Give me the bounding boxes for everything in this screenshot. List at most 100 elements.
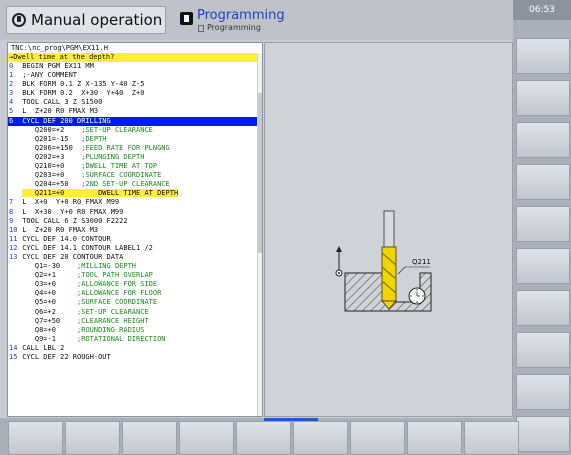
line-code: Q3=+0	[22, 280, 78, 289]
line-code: Q7=+50	[22, 316, 78, 325]
line-number: 3	[9, 89, 14, 98]
program-line[interactable]: Q2=+1 ;TOOL PATH OVERLAP	[8, 271, 262, 280]
softkey-9[interactable]	[464, 421, 519, 455]
line-code: Q2=+1	[22, 271, 78, 280]
program-line[interactable]: 8 L X+30 Y+0 R0 FMAX M99	[8, 208, 262, 217]
softkey-3[interactable]	[122, 421, 177, 455]
line-code: Q200=+2	[22, 125, 82, 134]
vertical-softkey-9[interactable]	[516, 374, 570, 410]
line-code: CYCL DEF 22 ROUGH-OUT	[22, 353, 111, 361]
line-code: Q8=+0	[22, 325, 78, 334]
line-code: Q202=+3	[22, 152, 82, 161]
dialog-question: →Dwell time at the depth?	[8, 53, 262, 62]
program-line[interactable]: Q8=+0 ;ROUNDING RADIUS	[8, 326, 262, 335]
program-line[interactable]: Q3=+0 ;ALLOWANCE FOR SIDE	[8, 280, 262, 289]
program-line[interactable]: 10 L Z+20 R0 FMAX M3	[8, 226, 262, 235]
vertical-softkey-5[interactable]	[516, 206, 570, 242]
scrollbar-thumb[interactable]	[258, 93, 262, 253]
clock-display: 06:53	[513, 0, 571, 20]
vertical-softkey-10[interactable]	[516, 416, 570, 452]
line-code: CYCL DEF 20 CONTOUR DATA	[22, 252, 124, 261]
line-comment: ;DEPTH	[81, 134, 107, 143]
program-lines[interactable]: 0 BEGIN PGM EX11 MM 1 ;-ANY COMMENT 2 BLK …	[8, 62, 262, 362]
program-line[interactable]: 13 CYCL DEF 20 CONTOUR DATA	[8, 253, 262, 262]
line-code: Q206=+150	[22, 143, 82, 152]
q211-label: Q211	[412, 258, 431, 266]
line-comment: ;MILLING DEPTH	[77, 262, 137, 271]
program-line[interactable]: 7 L X+0 Y+0 R0 FMAX M99	[8, 198, 262, 207]
program-line[interactable]: 5 L Z+20 R0 FMAX M3	[8, 107, 262, 116]
vertical-softkey-6[interactable]	[516, 248, 570, 284]
line-code: Q203=+0	[22, 171, 82, 180]
header-bar: Manual operation Programming Programming	[0, 0, 513, 40]
program-line[interactable]: Q4=+0 ;ALLOWANCE FOR FLOOR	[8, 289, 262, 298]
program-line[interactable]: 1 ;-ANY COMMENT	[8, 71, 262, 80]
program-editor[interactable]: TNC:\nc_prog\PGM\EX11.H →Dwell time at t…	[7, 42, 263, 417]
vertical-softkey-8[interactable]	[516, 332, 570, 368]
program-line[interactable]: Q6=+2 ;SET-UP CLEARANCE	[8, 308, 262, 317]
vertical-softkey-1[interactable]	[516, 38, 570, 74]
program-line[interactable]: Q1=-30 ;MILLING DEPTH	[8, 262, 262, 271]
softkey-5[interactable]	[236, 421, 291, 455]
program-line[interactable]: Q202=+3 ;PLUNGING DEPTH	[8, 153, 262, 162]
vertical-softkey-2[interactable]	[516, 80, 570, 116]
line-comment: ;SET-UP CLEARANCE	[81, 125, 153, 134]
line-number: 12	[9, 243, 18, 252]
vertical-softkey-7[interactable]	[516, 290, 570, 326]
softkey-8[interactable]	[407, 421, 462, 455]
program-line[interactable]: 12 CYCL DEF 14.1 CONTOUR LABEL1 /2	[8, 244, 262, 253]
programming-subtitle: Programming	[207, 23, 261, 32]
line-code: L Z+20 R0 FMAX M3	[22, 107, 99, 116]
program-line[interactable]: 4 TOOL CALL 3 Z S1500	[8, 98, 262, 107]
program-line[interactable]: Q201=-15 ;DEPTH	[8, 135, 262, 144]
line-code: CALL LBL 2	[22, 343, 65, 352]
line-comment: ;PLUNGING DEPTH	[81, 152, 145, 161]
vertical-softkey-4[interactable]	[516, 164, 570, 200]
line-number: 11	[9, 234, 18, 243]
line-code: BLK FORM 0.2 X+30 Y+40 Z+0	[22, 89, 145, 98]
line-number: 2	[9, 80, 14, 89]
program-line[interactable]: 14 CALL LBL 2	[8, 344, 262, 353]
program-line[interactable]: Q211=+0 DWELL TIME AT DEPTH	[8, 189, 262, 198]
softkey-6[interactable]	[293, 421, 348, 455]
line-number: 15	[9, 353, 18, 361]
editor-scrollbar[interactable]	[257, 53, 262, 416]
programming-title[interactable]: Programming	[197, 8, 285, 23]
line-code: Q9=-1	[22, 334, 78, 343]
help-graphic-panel: Q211	[264, 42, 513, 417]
vertical-softkey-3[interactable]	[516, 122, 570, 158]
softkey-2[interactable]	[65, 421, 120, 455]
program-line[interactable]: 9 TOOL CALL 6 Z S3000 F2222	[8, 217, 262, 226]
softkey-1[interactable]	[8, 421, 63, 455]
program-line[interactable]: Q9=-1 ;ROTATIONAL DIRECTION	[8, 335, 262, 344]
line-number: 5	[9, 107, 14, 116]
line-code: Q204=+50	[22, 180, 82, 189]
drilling-cycle-graphic: Q211	[335, 210, 432, 312]
program-line[interactable]: Q204=+50 ;2ND SET-UP CLEARANCE	[8, 180, 262, 189]
program-line[interactable]: Q203=+0 ;SURFACE COORDINATE	[8, 171, 262, 180]
line-number: 13	[9, 252, 18, 261]
line-code: Q4=+0	[22, 289, 78, 298]
program-line[interactable]: 11 CYCL DEF 14.0 CONTOUR	[8, 235, 262, 244]
line-comment: ;SURFACE COORDINATE	[81, 171, 162, 180]
horizontal-softkey-bar	[0, 418, 519, 455]
program-line[interactable]: Q7=+50 ;CLEARANCE HEIGHT	[8, 317, 262, 326]
program-line[interactable]: 6 CYCL DEF 200 DRILLING	[8, 116, 262, 126]
line-number: 1	[9, 71, 14, 80]
main-area: TNC:\nc_prog\PGM\EX11.H →Dwell time at t…	[7, 42, 513, 417]
line-code: L X+30 Y+0 R0 FMAX M99	[22, 207, 124, 216]
program-line[interactable]: 3 BLK FORM 0.2 X+30 Y+40 Z+0	[8, 89, 262, 98]
program-line[interactable]: Q5=+0 ;SURFACE COORDINATE	[8, 298, 262, 307]
line-comment: ;ROUNDING RADIUS	[77, 325, 145, 334]
program-line[interactable]: Q210=+0 ;DWELL TIME AT TOP	[8, 162, 262, 171]
program-line[interactable]: Q206=+150 ;FEED RATE FOR PLNGNG	[8, 144, 262, 153]
manual-operation-tab[interactable]: Manual operation	[6, 6, 166, 34]
line-code: Q5=+0	[22, 298, 78, 307]
program-line[interactable]: 2 BLK FORM 0.1 Z X-135 Y-40 Z-5	[8, 80, 262, 89]
program-line[interactable]: Q200=+2 ;SET-UP CLEARANCE	[8, 126, 262, 135]
program-line[interactable]: 0 BEGIN PGM EX11 MM	[8, 62, 262, 71]
softkey-7[interactable]	[350, 421, 405, 455]
softkey-4[interactable]	[179, 421, 234, 455]
program-line[interactable]: 15 CYCL DEF 22 ROUGH-OUT	[8, 353, 262, 362]
line-comment: ;SURFACE COORDINATE	[77, 298, 158, 307]
